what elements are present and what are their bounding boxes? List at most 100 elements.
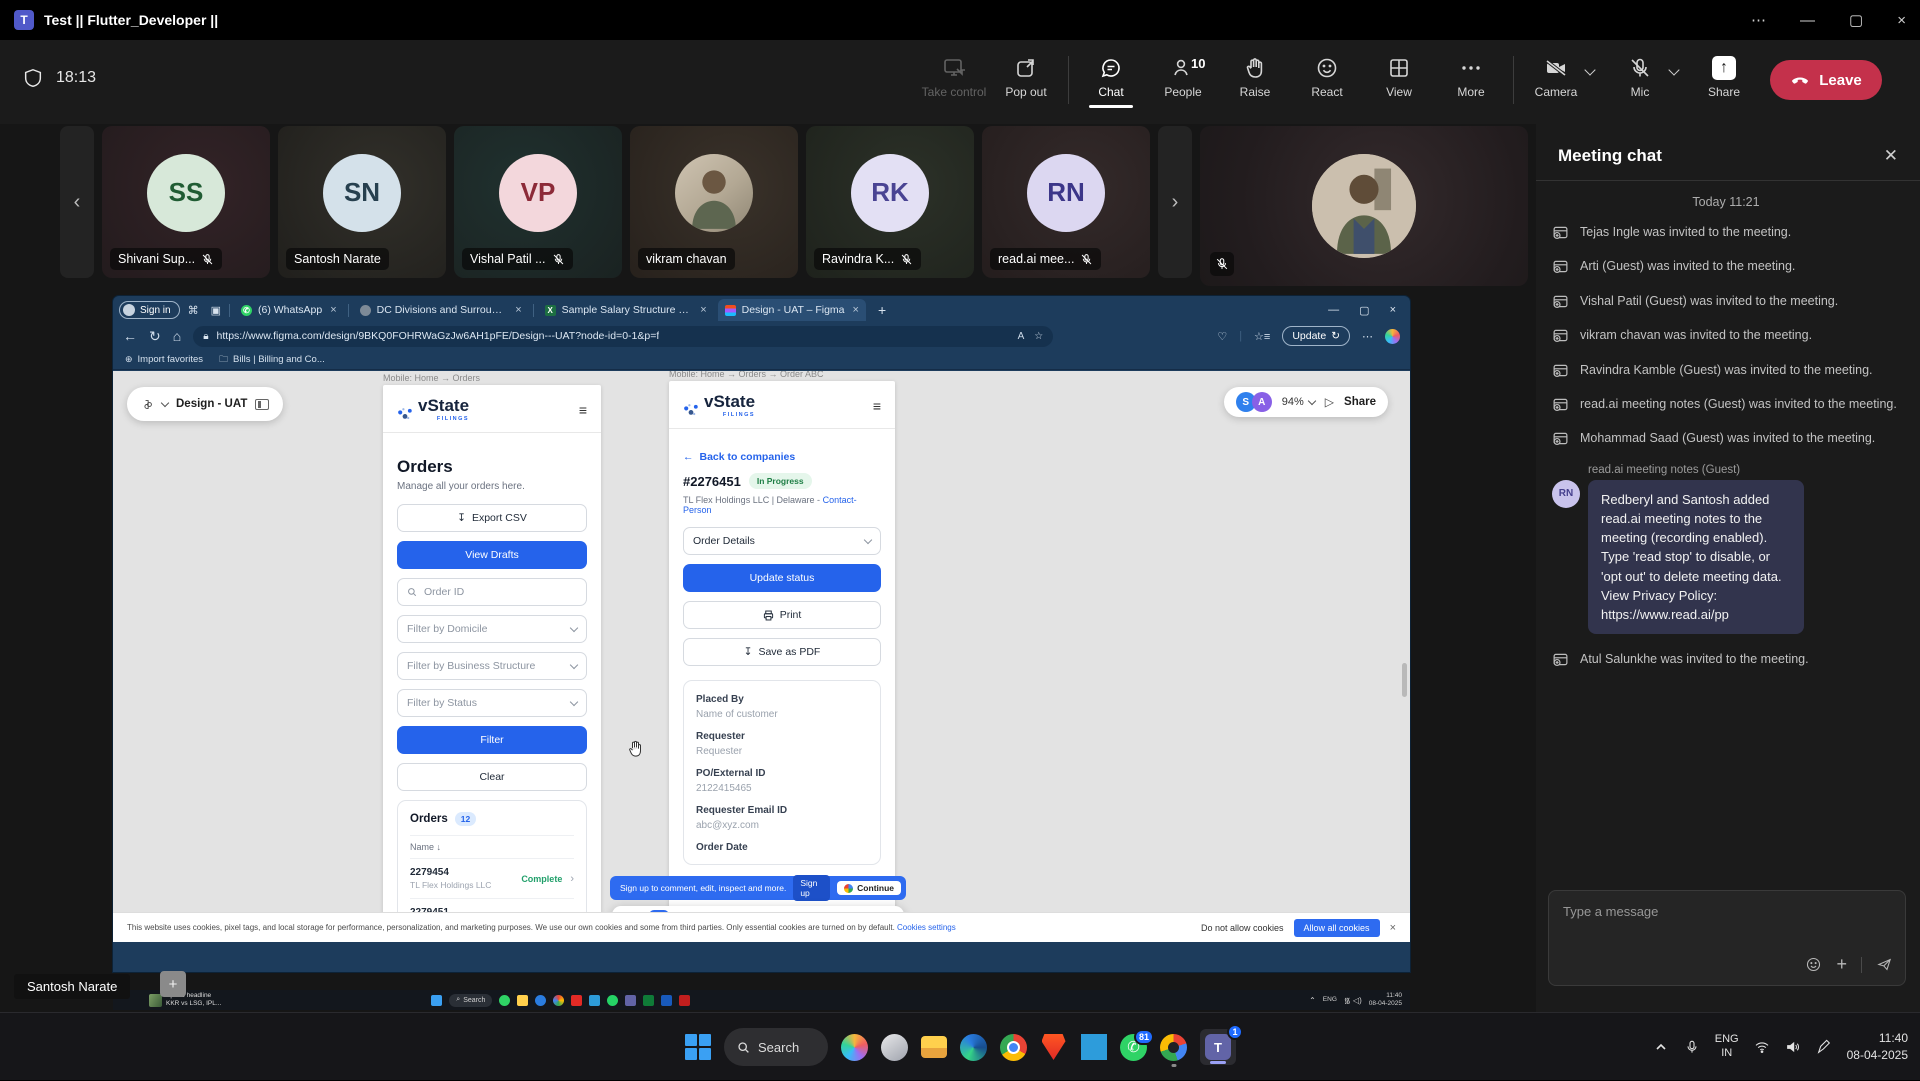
brave-browser-icon[interactable] bbox=[1040, 1034, 1067, 1061]
chat-close-icon[interactable]: ✕ bbox=[1884, 146, 1898, 166]
tab-actions-icon[interactable]: ▣ bbox=[207, 304, 225, 317]
browser-tab-figma-active[interactable]: Design - UAT – Figma × bbox=[718, 299, 866, 321]
url-field[interactable]: 🔒︎ https://www.figma.com/design/9BKQ0FOH… bbox=[193, 326, 1053, 347]
mic-button[interactable]: Mic bbox=[1604, 48, 1676, 99]
teams-taskbar-icon[interactable]: T 1 bbox=[1200, 1029, 1236, 1065]
export-csv-button[interactable]: ↧ Export CSV bbox=[397, 504, 587, 532]
column-header-name[interactable]: Name ↓ bbox=[410, 835, 574, 859]
more-button[interactable]: More bbox=[1435, 48, 1507, 99]
canvas-scrollbar[interactable] bbox=[1402, 663, 1407, 697]
file-menu-chevron[interactable] bbox=[161, 398, 169, 406]
cookies-settings-link[interactable]: Cookies settings bbox=[897, 923, 956, 932]
view-button[interactable]: View bbox=[1363, 48, 1435, 99]
order-id-search-input[interactable]: Order ID bbox=[397, 578, 587, 606]
update-status-button[interactable]: Update status bbox=[683, 564, 881, 592]
allow-cookies-button[interactable]: Allow all cookies bbox=[1294, 919, 1380, 937]
print-button[interactable]: Print bbox=[683, 601, 881, 629]
chat-message-list[interactable]: Today 11:21 Tejas Ingle was invited to t… bbox=[1536, 181, 1920, 670]
participant-tile[interactable]: RK Ravindra K... bbox=[806, 126, 974, 278]
frame-breadcrumb[interactable]: Mobile: Home → Orders → Order ABC bbox=[669, 371, 824, 379]
language-indicator[interactable]: ENG IN bbox=[1715, 1033, 1739, 1061]
hidden-icons-chevron[interactable] bbox=[1653, 1039, 1669, 1055]
battery-pen-icon[interactable] bbox=[1816, 1039, 1832, 1055]
wifi-icon[interactable] bbox=[1754, 1039, 1770, 1055]
leave-button[interactable]: Leave bbox=[1770, 60, 1882, 100]
browser-menu-icon[interactable]: ⋯ bbox=[1362, 330, 1373, 343]
google-continue-button[interactable]: Continue bbox=[837, 881, 901, 895]
sign-up-button[interactable]: Sign up bbox=[793, 875, 830, 901]
browser-tab-whatsapp[interactable]: ✆ (6) WhatsApp × bbox=[234, 299, 344, 321]
send-icon[interactable] bbox=[1876, 956, 1893, 973]
favorites-item-import[interactable]: ⊕ Import favorites bbox=[125, 354, 203, 365]
window-close-icon[interactable]: × bbox=[1897, 12, 1906, 29]
file-explorer-icon[interactable] bbox=[921, 1036, 947, 1058]
browser-tab-dc-divisions[interactable]: DC Divisions and Surroundings × bbox=[353, 299, 529, 321]
sidebar-toggle-icon[interactable] bbox=[255, 399, 269, 410]
edge-browser-icon[interactable] bbox=[960, 1034, 987, 1061]
home-icon[interactable]: ⌂ bbox=[173, 328, 181, 344]
favorites-item-bills[interactable]: 🗀 Bills | Billing and Co... bbox=[219, 352, 325, 368]
read-aloud-icon[interactable]: A bbox=[1018, 331, 1025, 342]
browser-restore-icon[interactable]: ▢ bbox=[1359, 304, 1369, 317]
browser-minimize-icon[interactable]: — bbox=[1328, 304, 1339, 317]
participant-tile[interactable]: VP Vishal Patil ... bbox=[454, 126, 622, 278]
filter-business-structure-select[interactable]: Filter by Business Structure bbox=[397, 652, 587, 680]
filmstrip-scroll-left-button[interactable]: ‹ bbox=[60, 126, 94, 278]
cookie-close-icon[interactable]: × bbox=[1390, 922, 1396, 934]
back-to-companies-link[interactable]: ← Back to companies bbox=[683, 451, 881, 463]
clear-button[interactable]: Clear bbox=[397, 763, 587, 791]
figma-frame-order-detail[interactable]: vState FILINGS ≡ ← Back to companies bbox=[669, 381, 895, 942]
zoom-control[interactable]: 94% bbox=[1282, 396, 1315, 408]
save-as-pdf-button[interactable]: ↧ Save as PDF bbox=[683, 638, 881, 666]
workspaces-icon[interactable]: ⌘ bbox=[184, 304, 203, 317]
view-drafts-button[interactable]: View Drafts bbox=[397, 541, 587, 569]
colorful-app-icon[interactable] bbox=[1160, 1034, 1187, 1061]
spotlight-participant-tile[interactable] bbox=[1200, 126, 1528, 286]
start-button[interactable] bbox=[684, 1034, 711, 1061]
vscode-icon[interactable] bbox=[1080, 1034, 1107, 1061]
favorites-list-icon[interactable]: ☆≡ bbox=[1254, 330, 1270, 343]
figma-file-pill[interactable]: Design - UAT bbox=[127, 387, 283, 421]
participant-tile[interactable]: SN Santosh Narate bbox=[278, 126, 446, 278]
favorite-star-icon[interactable]: ☆ bbox=[1034, 331, 1043, 342]
tray-mic-icon[interactable] bbox=[1684, 1039, 1700, 1055]
order-details-select[interactable]: Order Details bbox=[683, 527, 881, 555]
copilot-taskbar-icon[interactable] bbox=[841, 1034, 868, 1061]
app-icon-grey[interactable] bbox=[881, 1034, 908, 1061]
taskbar-search-box[interactable]: Search bbox=[724, 1028, 828, 1066]
filter-status-select[interactable]: Filter by Status bbox=[397, 689, 587, 717]
order-row[interactable]: 2279454 TL Flex Holdings LLC Complete › bbox=[410, 859, 574, 899]
tab-close-icon[interactable]: × bbox=[330, 304, 336, 316]
pop-out-button[interactable]: Pop out bbox=[990, 48, 1062, 99]
volume-icon[interactable] bbox=[1785, 1039, 1801, 1055]
participant-tile[interactable]: RN read.ai mee... bbox=[982, 126, 1150, 278]
filmstrip-scroll-right-button[interactable]: › bbox=[1158, 126, 1192, 278]
tab-close-icon[interactable]: × bbox=[700, 304, 706, 316]
figma-canvas[interactable]: Mobile: Home → Orders vState FILINGS ≡ bbox=[113, 371, 1410, 942]
window-maximize-icon[interactable]: ▢ bbox=[1849, 11, 1863, 29]
browser-essentials-icon[interactable]: ♡ bbox=[1217, 330, 1227, 343]
new-tab-button[interactable]: + bbox=[870, 302, 894, 318]
figma-frame-orders[interactable]: vState FILINGS ≡ Orders Manage all your … bbox=[383, 385, 601, 942]
frame-breadcrumb[interactable]: Mobile: Home → Orders bbox=[383, 373, 480, 383]
raise-hand-button[interactable]: Raise bbox=[1219, 48, 1291, 99]
back-icon[interactable]: ← bbox=[123, 328, 137, 344]
whatsapp-icon[interactable]: ✆ 81 bbox=[1120, 1034, 1147, 1061]
people-button[interactable]: 10 People bbox=[1147, 48, 1219, 99]
refresh-icon[interactable]: ↻ bbox=[149, 328, 161, 345]
browser-update-button[interactable]: Update ↻ bbox=[1282, 326, 1350, 346]
camera-button[interactable]: Camera bbox=[1520, 48, 1592, 99]
emoji-icon[interactable] bbox=[1805, 956, 1822, 973]
taskbar-clock[interactable]: 11:40 08-04-2025 bbox=[1847, 1030, 1908, 1065]
browser-signin-button[interactable]: Sign in bbox=[119, 301, 180, 319]
filter-button[interactable]: Filter bbox=[397, 726, 587, 754]
hamburger-menu-icon[interactable]: ≡ bbox=[579, 402, 587, 418]
share-add-button[interactable]: + bbox=[160, 971, 186, 997]
share-button[interactable]: ↑ Share bbox=[1688, 48, 1760, 99]
attach-plus-icon[interactable]: + bbox=[1836, 954, 1847, 975]
window-minimize-icon[interactable]: — bbox=[1800, 12, 1815, 29]
present-icon[interactable]: ▷ bbox=[1325, 395, 1334, 409]
hamburger-menu-icon[interactable]: ≡ bbox=[873, 398, 881, 414]
participant-tile[interactable]: vikram chavan bbox=[630, 126, 798, 278]
participant-tile[interactable]: SS Shivani Sup... bbox=[102, 126, 270, 278]
